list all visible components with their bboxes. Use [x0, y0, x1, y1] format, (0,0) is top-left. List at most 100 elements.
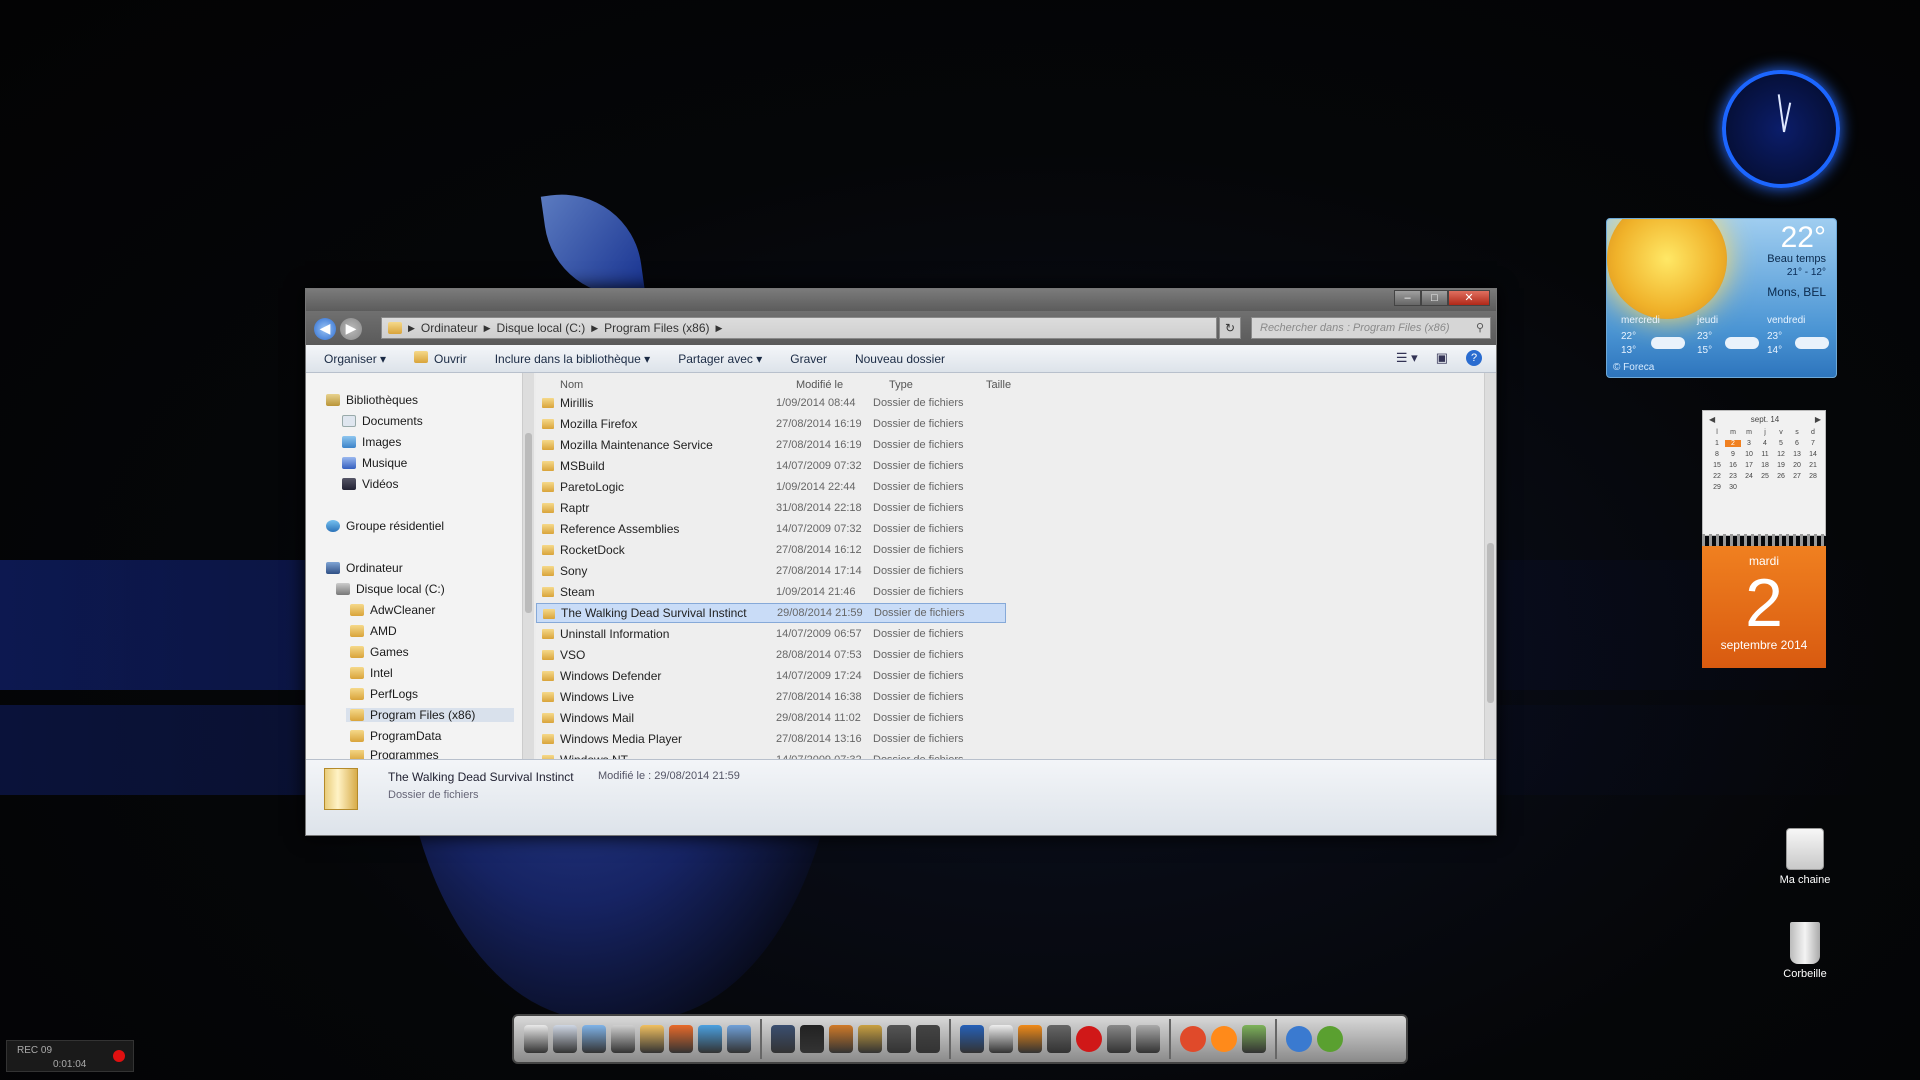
open-button[interactable]: Ouvrir — [414, 351, 467, 366]
burn-button[interactable]: Graver — [790, 352, 827, 366]
organize-button[interactable]: Organiser ▾ — [324, 352, 386, 366]
nav-computer[interactable]: Ordinateur — [326, 561, 403, 575]
calendar-day[interactable]: 8 — [1709, 451, 1725, 458]
file-row[interactable]: Uninstall Information 14/07/2009 06:57 Dos… — [536, 624, 1006, 644]
folder-icon[interactable] — [858, 1025, 882, 1053]
share-button[interactable]: Partager avec ▾ — [678, 352, 762, 366]
preview-pane-icon[interactable]: ▣ — [1436, 350, 1448, 366]
column-size[interactable]: Taille — [986, 379, 1011, 391]
calendar-gadget[interactable]: ◀ sept. 14 ▶ l m m j v s d 1 2 3 4 5 6 7 8 9 10 11 12 13 14 1… — [1702, 410, 1826, 536]
nav-folder-programdata[interactable]: ProgramData — [350, 729, 441, 743]
next-month-icon[interactable]: ▶ — [1815, 415, 1821, 424]
file-row[interactable]: Windows Mail 29/08/2014 11:02 Dossier de f… — [536, 708, 1006, 728]
calendar-day[interactable]: 5 — [1773, 440, 1789, 447]
maximize-button[interactable]: □ — [1421, 290, 1448, 306]
nav-folder-perflogs[interactable]: PerfLogs — [350, 687, 418, 701]
file-row[interactable]: Windows Live 27/08/2014 16:38 Dossier de f… — [536, 687, 1006, 707]
vlc-icon[interactable] — [1018, 1025, 1042, 1053]
file-row[interactable]: Mozilla Maintenance Service 27/08/2014 16… — [536, 435, 1006, 455]
calendar-day-card[interactable]: mardi 2 septembre 2014 — [1702, 546, 1826, 668]
plane-icon[interactable] — [640, 1025, 664, 1053]
back-button[interactable]: ◀ — [314, 318, 336, 340]
nav-scrollbar[interactable] — [522, 373, 534, 759]
file-row[interactable]: Windows Defender 14/07/2009 17:24 Dossier … — [536, 666, 1006, 686]
breadcrumb-program-files[interactable]: Program Files (x86) — [604, 321, 709, 335]
view-options-icon[interactable]: ☰ ▾ — [1396, 350, 1418, 366]
monitor-icon[interactable] — [1107, 1025, 1131, 1053]
media-icon[interactable] — [1047, 1025, 1071, 1053]
weather-gadget[interactable]: 22° Beau temps 21° - 12° Mons, BEL mercr… — [1606, 218, 1837, 378]
column-modified[interactable]: Modifié le — [796, 379, 843, 391]
file-row[interactable]: Mozilla Firefox 27/08/2014 16:19 Dossier d… — [536, 414, 1006, 434]
file-row[interactable]: Steam 1/09/2014 21:46 Dossier de fichiers — [536, 582, 1006, 602]
recorder-widget[interactable]: REC 09 0:01:04 — [6, 1040, 134, 1072]
calendar-day[interactable]: 12 — [1773, 451, 1789, 458]
file-row[interactable]: The Walking Dead Survival Instinct 29/08/… — [536, 603, 1006, 623]
calendar-day[interactable]: 4 — [1757, 440, 1773, 447]
calendar-day[interactable]: 6 — [1789, 440, 1805, 447]
calendar-day[interactable]: 15 — [1709, 462, 1725, 469]
calendar-day[interactable]: 24 — [1741, 473, 1757, 480]
help-icon[interactable]: ? — [1466, 350, 1482, 366]
calendar-day[interactable]: 19 — [1773, 462, 1789, 469]
calendar-day[interactable]: 27 — [1789, 473, 1805, 480]
calendar-day[interactable]: 10 — [1741, 451, 1757, 458]
gear-icon[interactable] — [698, 1025, 722, 1053]
prev-month-icon[interactable]: ◀ — [1709, 415, 1715, 424]
calendar-day[interactable]: 7 — [1805, 440, 1821, 447]
file-row[interactable]: MSBuild 14/07/2009 07:32 Dossier de fichie… — [536, 456, 1006, 476]
new-folder-button[interactable]: Nouveau dossier — [855, 352, 945, 366]
calendar-day[interactable]: 13 — [1789, 451, 1805, 458]
fire-icon[interactable] — [669, 1025, 693, 1053]
search-input[interactable]: Rechercher dans : Program Files (x86) ⚲ — [1251, 317, 1491, 339]
notes-icon[interactable] — [553, 1025, 577, 1053]
search-icon[interactable] — [989, 1025, 1013, 1053]
chrome-icon[interactable] — [1180, 1026, 1206, 1052]
nav-libraries[interactable]: Bibliothèques — [326, 393, 418, 407]
utility-icon[interactable] — [1286, 1026, 1312, 1052]
file-row[interactable]: Sony 27/08/2014 17:14 Dossier de fichiers — [536, 561, 1006, 581]
address-bar[interactable]: ▶ Ordinateur ▶ Disque local (C:) ▶ Progr… — [381, 317, 1217, 339]
nav-homegroup[interactable]: Groupe résidentiel — [326, 519, 444, 533]
calendar-day[interactable]: 9 — [1725, 451, 1741, 458]
nav-folder-games[interactable]: Games — [350, 645, 409, 659]
file-row[interactable]: VSO 28/08/2014 07:53 Dossier de fichiers — [536, 645, 1006, 665]
game2-icon[interactable] — [887, 1025, 911, 1053]
clock-gadget[interactable] — [1722, 70, 1840, 188]
file-row[interactable]: ParetoLogic 1/09/2014 22:44 Dossier de fic… — [536, 477, 1006, 497]
nav-folder-intel[interactable]: Intel — [350, 666, 393, 680]
calendar-day[interactable]: 20 — [1789, 462, 1805, 469]
utorrent-icon[interactable] — [1317, 1026, 1343, 1052]
webcam-icon[interactable] — [1136, 1025, 1160, 1053]
calendar-day[interactable]: 14 — [1805, 451, 1821, 458]
game3-icon[interactable] — [916, 1025, 940, 1053]
steam-icon[interactable] — [771, 1025, 795, 1053]
explorer-window[interactable]: – □ ✕ ◀ ▶ ▶ Ordinateur ▶ Disque local (C… — [305, 288, 1497, 836]
refresh-icon[interactable]: ↻ — [1219, 317, 1241, 339]
tools-icon[interactable] — [611, 1025, 635, 1053]
calendar-day[interactable]: 2 — [1725, 440, 1741, 447]
nav-documents[interactable]: Documents — [342, 414, 423, 428]
file-row[interactable]: Raptr 31/08/2014 22:18 Dossier de fichiers — [536, 498, 1006, 518]
calendar-day[interactable]: 21 — [1805, 462, 1821, 469]
calendar-day[interactable]: 30 — [1725, 484, 1741, 491]
photoshop-icon[interactable] — [960, 1025, 984, 1053]
game-icon[interactable] — [829, 1025, 853, 1053]
nav-images[interactable]: Images — [342, 435, 401, 449]
calendar-day[interactable]: 28 — [1805, 473, 1821, 480]
calendar-day[interactable]: 3 — [1741, 440, 1757, 447]
calendar-day[interactable]: 22 — [1709, 473, 1725, 480]
title-bar[interactable]: – □ ✕ — [306, 289, 1496, 311]
nav-music[interactable]: Musique — [342, 456, 407, 470]
nav-folder-amd[interactable]: AMD — [350, 624, 397, 638]
calendar-day[interactable]: 23 — [1725, 473, 1741, 480]
nav-folder-program-files-x86[interactable]: Program Files (x86) — [346, 708, 514, 722]
calendar-day[interactable]: 29 — [1709, 484, 1725, 491]
nav-folder-programmes[interactable]: Programmes — [350, 750, 439, 759]
calendar-day[interactable]: 26 — [1773, 473, 1789, 480]
calendar-day[interactable]: 11 — [1757, 451, 1773, 458]
nav-videos[interactable]: Vidéos — [342, 477, 398, 491]
include-library-button[interactable]: Inclure dans la bibliothèque ▾ — [495, 352, 650, 366]
calendar-day[interactable]: 16 — [1725, 462, 1741, 469]
trash-icon[interactable] — [524, 1025, 548, 1053]
